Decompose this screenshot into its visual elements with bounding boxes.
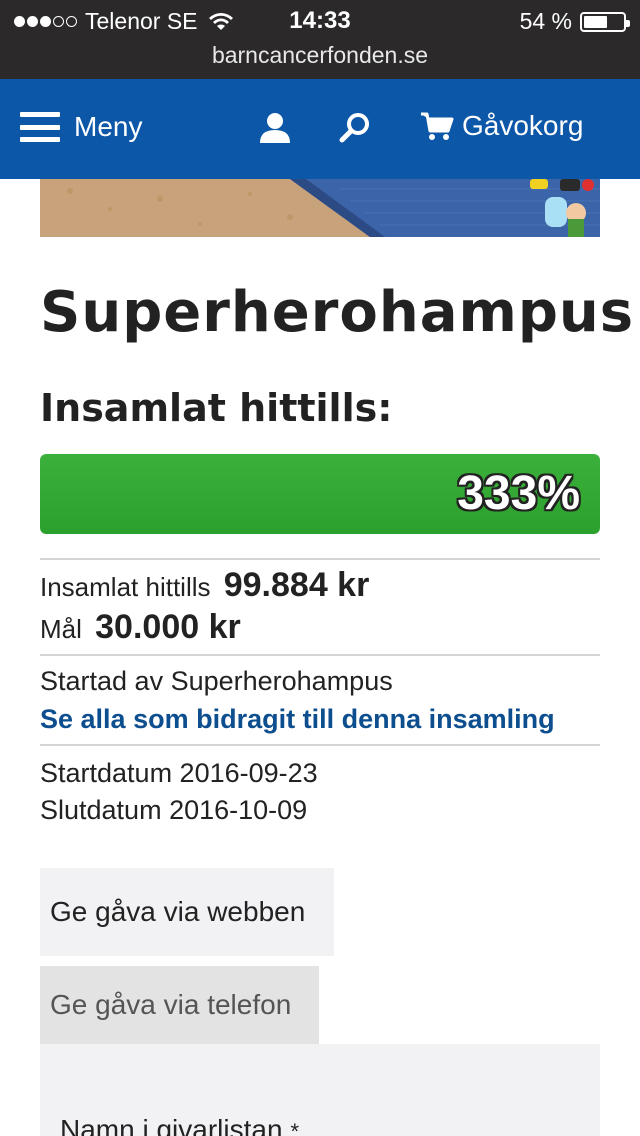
status-right: 54 % xyxy=(519,8,630,35)
started-by: Startad av Superherohampus xyxy=(40,666,393,696)
user-icon[interactable] xyxy=(258,111,292,145)
hamburger-icon xyxy=(20,112,60,142)
collected-value: 99.884 kr xyxy=(223,566,370,604)
collected-amount-row: Insamlat hittills 99.884 kr xyxy=(40,566,369,605)
donation-form: Namn i givarlistan * xyxy=(40,1044,600,1136)
cart-label: Gåvokorg xyxy=(462,110,584,141)
divider xyxy=(40,558,600,560)
goal-label: Mål xyxy=(40,614,82,644)
search-icon[interactable] xyxy=(338,111,372,145)
cart-button[interactable]: Gåvokorg xyxy=(420,109,583,143)
fundraising-progress-bar: 333% xyxy=(40,454,600,534)
url-bar[interactable]: barncancerfonden.se xyxy=(0,40,640,79)
goal-amount-row: Mål 30.000 kr xyxy=(40,608,241,647)
goal-value: 30.000 kr xyxy=(95,608,241,646)
tab-donate-web-label: Ge gåva via webben xyxy=(50,896,306,927)
menu-button[interactable]: Meny xyxy=(20,111,142,143)
status-bar: Telenor SE 14:33 54 % xyxy=(0,0,640,40)
collected-label: Insamlat hittills xyxy=(40,572,211,602)
start-date: Startdatum 2016-09-23 xyxy=(40,758,318,788)
page-title: Superherohampus xyxy=(40,280,635,345)
collected-heading: Insamlat hittills: xyxy=(40,386,393,430)
tab-donate-phone-label: Ge gåva via telefon xyxy=(50,989,292,1020)
cart-icon xyxy=(421,112,454,140)
donor-name-label: Namn i givarlistan * xyxy=(60,1114,299,1136)
required-mark: * xyxy=(290,1119,300,1136)
url-text: barncancerfonden.se xyxy=(211,42,429,68)
progress-percent: 333% xyxy=(457,467,580,520)
menu-label: Meny xyxy=(74,111,143,142)
site-nav: Meny Gåvokorg xyxy=(0,79,640,179)
divider xyxy=(40,744,600,746)
tab-donate-phone[interactable]: Ge gåva via telefon xyxy=(40,966,319,1044)
divider xyxy=(40,654,600,656)
contributors-link[interactable]: Se alla som bidragit till denna insamlin… xyxy=(40,704,555,735)
donor-name-label-text: Namn i givarlistan xyxy=(60,1114,283,1136)
battery-icon xyxy=(580,11,630,32)
hero-image xyxy=(40,179,600,237)
battery-percent: 54 % xyxy=(519,8,572,34)
tab-donate-web[interactable]: Ge gåva via webben xyxy=(40,868,334,956)
end-date: Slutdatum 2016-10-09 xyxy=(40,795,308,825)
progress-fill: 333% xyxy=(40,454,600,534)
